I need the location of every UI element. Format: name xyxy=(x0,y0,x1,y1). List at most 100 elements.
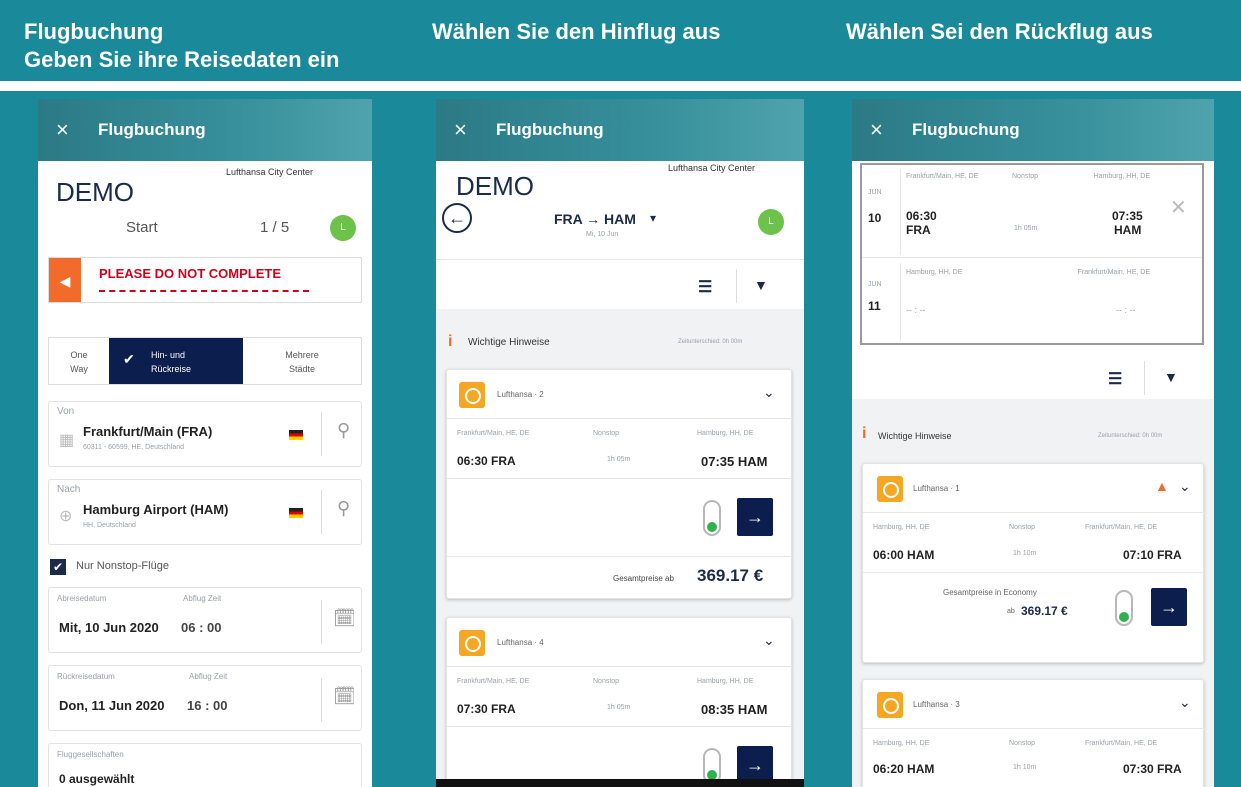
flight-duration: 1h 05m xyxy=(607,456,631,463)
flight-departure: 06:30 FRA xyxy=(457,454,516,468)
depart-time-value[interactable]: 06 : 00 xyxy=(181,620,221,635)
flight-card[interactable]: Lufthansa · 4 ⌄ Frankfurt/Main, HE, DE N… xyxy=(446,617,793,787)
lufthansa-logo-icon xyxy=(877,476,903,502)
from-field[interactable]: Von ▦ Frankfurt/Main (FRA) 60311 - 60599… xyxy=(48,401,362,467)
return-date-field[interactable]: Rückreisedatum Abflug Zeit Don, 11 Jun 2… xyxy=(48,665,362,731)
close-icon[interactable]: ✕ xyxy=(1170,195,1187,220)
ret-day: 11 xyxy=(868,299,881,313)
flight-card[interactable]: Lufthansa · 2 ⌄ Frankfurt/Main, HE, DE N… xyxy=(446,369,793,599)
depart-date-field[interactable]: Abreisedatum Abflug Zeit Mit, 10 Jun 202… xyxy=(48,587,362,653)
return-time-label: Abflug Zeit xyxy=(189,672,228,681)
flight-to-city: Frankfurt/Main, HE, DE xyxy=(1085,524,1158,531)
out-from-city: Frankfurt/Main, HE, DE xyxy=(906,173,979,180)
megaphone-icon: ◀ xyxy=(49,258,81,302)
flight-duration: 1h 10m xyxy=(1013,550,1037,557)
location-pin-icon[interactable]: ⚲ xyxy=(337,420,350,441)
lufthansa-logo-icon xyxy=(459,630,485,656)
ret-from-city: Hamburg, HH, DE xyxy=(906,269,963,276)
calendar-clock-icon[interactable]: 🗓 xyxy=(333,608,356,629)
chevron-down-icon[interactable]: ▾ xyxy=(650,211,656,225)
route-title[interactable]: FRA → HAM xyxy=(554,211,636,227)
warning-marquee xyxy=(99,290,309,296)
ret-dep-time: -- : -- xyxy=(906,305,926,315)
divider xyxy=(863,728,1205,729)
germany-flag-icon xyxy=(289,430,303,440)
brand-label: Lufthansa City Center xyxy=(668,163,756,173)
fare-toggle[interactable] xyxy=(1115,590,1133,626)
flight-arrival: 07:30 FRA xyxy=(1123,762,1182,776)
panel-return: × Flugbuchung JUN 10 Frankfurt/Main, HE,… xyxy=(828,91,1241,787)
chevron-down-icon[interactable]: ⌄ xyxy=(763,632,775,649)
flight-arrival: 07:35 HAM xyxy=(701,454,768,469)
to-field[interactable]: Nach ⊕ Hamburg Airport (HAM) HH, Deutsch… xyxy=(48,479,362,545)
chevron-down-icon[interactable]: ⌄ xyxy=(1179,478,1191,495)
sort-icon[interactable]: ☰ xyxy=(1108,369,1122,389)
divider xyxy=(321,490,322,534)
flight-card[interactable]: Lufthansa · 1 ▲ ⌄ Hamburg, HH, DE Nonsto… xyxy=(862,463,1205,663)
phone-screen-return: × Flugbuchung JUN 10 Frankfurt/Main, HE,… xyxy=(852,99,1214,787)
notice-right: Zeitunterschied: 0h 00m xyxy=(1098,433,1163,439)
flight-stop: Nonstop xyxy=(593,678,620,685)
trip-type-round-trip[interactable]: ✔ Hin- und Rückreise xyxy=(109,338,243,384)
check-icon: ✔ xyxy=(123,351,135,367)
trip-summary-card: JUN 10 Frankfurt/Main, HE, DE Nonstop Ha… xyxy=(860,163,1204,345)
header-step-1-title: Flugbuchung xyxy=(24,19,164,44)
route-date: Mi, 10 Jun xyxy=(586,231,619,238)
depart-time-label: Abflug Zeit xyxy=(183,594,222,603)
flight-duration: 1h 10m xyxy=(1013,764,1037,771)
depart-date-label: Abreisedatum xyxy=(57,594,107,603)
return-time-value[interactable]: 16 : 00 xyxy=(187,698,227,713)
to-label: Nach xyxy=(57,484,81,495)
close-icon[interactable]: × xyxy=(870,117,912,143)
germany-flag-icon xyxy=(289,508,303,518)
brand-mark: DEMO xyxy=(456,171,534,201)
user-avatar[interactable]: L xyxy=(758,209,784,235)
phone-screen-outbound: × Flugbuchung Lufthansa City Center DEMO… xyxy=(436,99,804,787)
depart-date-value: Mit, 10 Jun 2020 xyxy=(59,620,159,635)
location-pin-icon[interactable]: ⚲ xyxy=(337,498,350,519)
warning-text: PLEASE DO NOT COMPLETE xyxy=(99,266,282,281)
step-label: Start xyxy=(126,219,158,236)
flight-from-city: Frankfurt/Main, HE, DE xyxy=(457,678,530,685)
select-flight-button[interactable]: → xyxy=(1151,588,1187,626)
notice-label[interactable]: Wichtige Hinweise xyxy=(468,337,550,348)
out-arr-time: 07:35 xyxy=(1112,209,1143,223)
trip-type-one-way[interactable]: One Way xyxy=(49,338,109,384)
price-value: 369.17 € xyxy=(1021,604,1068,618)
out-to-city: Hamburg, HH, DE xyxy=(1093,173,1150,180)
trip-type-multi-city[interactable]: Mehrere Städte xyxy=(243,338,361,384)
filter-icon[interactable]: ▼ xyxy=(754,277,768,293)
flight-arrival: 07:10 FRA xyxy=(1123,548,1182,562)
from-subtitle: 60311 - 60599, HE, Deutschland xyxy=(83,444,185,451)
fare-toggle[interactable] xyxy=(703,500,721,536)
select-flight-button[interactable]: → xyxy=(737,498,773,536)
ret-month: JUN xyxy=(868,281,882,288)
flight-to-city: Hamburg, HH, DE xyxy=(697,430,754,437)
back-arrow-icon[interactable]: ← xyxy=(442,203,472,233)
flight-card[interactable]: Lufthansa · 3 ⌄ Hamburg, HH, DE Nonstop … xyxy=(862,679,1205,787)
user-avatar[interactable]: L xyxy=(330,215,356,241)
divider xyxy=(736,269,737,303)
brand-label: Lufthansa City Center xyxy=(226,167,314,177)
divider xyxy=(900,169,901,255)
close-icon[interactable]: × xyxy=(454,117,496,143)
header-step-2: Wählen Sie den Hinflug aus xyxy=(412,0,828,81)
flight-stop: Nonstop xyxy=(593,430,620,437)
nonstop-checkbox[interactable]: ✔ xyxy=(50,559,66,575)
airline-filter-field[interactable]: Fluggesellschaften 0 ausgewählt xyxy=(48,743,362,787)
trip-type-round-line1: Hin- und xyxy=(151,350,186,360)
chevron-down-icon[interactable]: ⌄ xyxy=(1179,694,1191,711)
divider xyxy=(447,418,793,419)
divider xyxy=(321,600,322,644)
out-arr-code: HAM xyxy=(1114,223,1142,237)
flight-departure: 07:30 FRA xyxy=(457,702,516,716)
notice-label[interactable]: Wichtige Hinweise xyxy=(878,431,952,441)
airline-value: 0 ausgewählt xyxy=(59,772,135,786)
out-stop: Nonstop xyxy=(1012,173,1039,180)
sort-icon[interactable]: ☰ xyxy=(698,277,712,297)
close-icon[interactable]: × xyxy=(56,117,98,143)
trip-type-selector: One Way ✔ Hin- und Rückreise Mehrere Stä… xyxy=(48,337,362,385)
chevron-down-icon[interactable]: ⌄ xyxy=(763,384,775,401)
filter-icon[interactable]: ▼ xyxy=(1164,369,1178,385)
calendar-clock-icon[interactable]: 🗓 xyxy=(333,686,356,707)
